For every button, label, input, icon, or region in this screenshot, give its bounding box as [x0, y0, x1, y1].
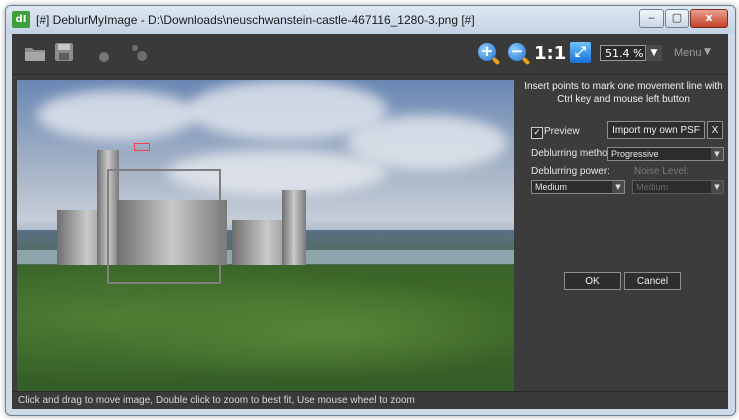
forest: [17, 265, 514, 391]
preview-label: Preview: [544, 126, 580, 137]
app-window: dI [#] DeblurMyImage - D:\Downloads\neus…: [5, 5, 736, 416]
app-logo-icon: dI: [12, 11, 30, 28]
chevron-down-icon: ▼: [711, 181, 723, 193]
import-psf-button[interactable]: Import my own PSF: [607, 121, 705, 139]
maximize-button[interactable]: ▢: [665, 9, 689, 28]
deblurring-power-value: Medium: [535, 182, 568, 192]
toolbar: + − 1:1 ⤢ 51.4 % ▼ Menu ▼: [12, 34, 728, 75]
window-title: [#] DeblurMyImage - D:\Downloads\neuschw…: [36, 13, 475, 27]
chevron-down-icon[interactable]: ▼: [645, 45, 662, 61]
deblurring-method-value: Progressive: [611, 149, 659, 159]
menu-button[interactable]: Menu: [674, 47, 702, 59]
cancel-button[interactable]: Cancel: [624, 272, 681, 290]
title-bar: dI [#] DeblurMyImage - D:\Downloads\neus…: [6, 6, 735, 34]
noise-level-select: Medium ▼: [632, 180, 724, 194]
instructions-text: Insert points to mark one movement line …: [524, 81, 723, 105]
ok-button[interactable]: OK: [564, 272, 621, 290]
chevron-down-icon: ▼: [612, 181, 624, 193]
preview-checkbox[interactable]: ✓: [531, 127, 543, 139]
deblurring-power-label: Deblurring power:: [531, 166, 610, 177]
minimize-button[interactable]: ‒: [639, 9, 664, 28]
deblurring-method-label: Deblurring method:: [531, 148, 617, 159]
zoom-actual-size-button[interactable]: 1:1: [534, 43, 566, 64]
noise-level-value: Medium: [636, 182, 669, 192]
save-icon[interactable]: [54, 42, 74, 66]
app-body: + − 1:1 ⤢ 51.4 % ▼ Menu ▼ Insert points …: [12, 34, 728, 409]
cloud: [37, 90, 197, 140]
selection-rectangle[interactable]: [107, 169, 221, 284]
zoom-in-handle: [491, 56, 501, 66]
zoom-out-handle: [521, 56, 531, 66]
movement-point-marker[interactable]: [134, 143, 150, 151]
points-icon[interactable]: [130, 43, 148, 67]
close-button[interactable]: x: [690, 9, 728, 28]
status-bar: Click and drag to move image, Double cli…: [12, 391, 728, 409]
noise-level-label: Noise Level:: [634, 166, 690, 177]
open-folder-icon[interactable]: [24, 43, 46, 67]
clear-psf-button[interactable]: X: [707, 121, 723, 139]
record-icon[interactable]: [98, 48, 110, 67]
fit-screen-icon[interactable]: ⤢: [570, 42, 591, 63]
chevron-down-icon: ▼: [711, 148, 723, 160]
menu-chevron-icon[interactable]: ▼: [704, 47, 711, 57]
deblurring-method-select[interactable]: Progressive ▼: [607, 147, 724, 161]
settings-panel: Insert points to mark one movement line …: [519, 80, 728, 391]
image-canvas[interactable]: [17, 80, 514, 391]
deblurring-power-select[interactable]: Medium ▼: [531, 180, 625, 194]
